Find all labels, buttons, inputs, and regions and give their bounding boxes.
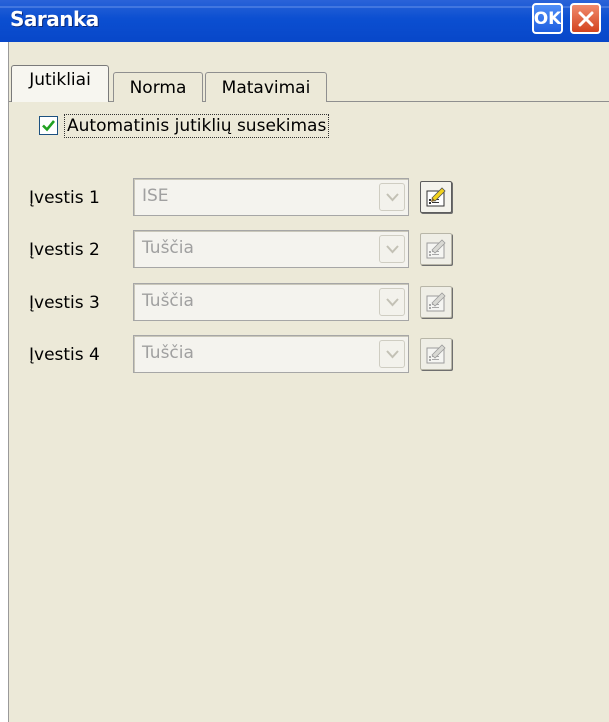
chevron-down-icon bbox=[386, 245, 399, 254]
input-2-label: Įvestis 2 bbox=[29, 240, 100, 260]
title-bar: Saranka OK bbox=[0, 0, 609, 43]
input-1-label: Įvestis 1 bbox=[29, 188, 100, 208]
edit-sensor-icon bbox=[426, 292, 446, 312]
tab-jutikliai[interactable]: Jutikliai bbox=[11, 65, 109, 102]
input-3-dropdown-button[interactable] bbox=[379, 288, 405, 316]
tab-norma[interactable]: Norma bbox=[113, 72, 203, 102]
edit-sensor-icon bbox=[426, 239, 446, 259]
dialog-body: Jutikliai Norma Matavimai Automatinis ju… bbox=[8, 42, 609, 722]
tab-label: Matavimai bbox=[221, 78, 311, 98]
ok-button[interactable]: OK bbox=[532, 3, 563, 34]
tab-label: Jutikliai bbox=[29, 70, 91, 90]
window-left-frame bbox=[0, 42, 8, 722]
input-3-select[interactable]: Tuščia bbox=[133, 283, 409, 321]
edit-sensor-icon bbox=[426, 344, 446, 364]
input-2-dropdown-button[interactable] bbox=[379, 235, 405, 263]
input-3-edit-button[interactable] bbox=[420, 286, 452, 318]
chevron-down-icon bbox=[386, 350, 399, 359]
input-2-select[interactable]: Tuščia bbox=[133, 230, 409, 268]
edit-sensor-icon bbox=[426, 187, 446, 207]
input-1-select[interactable]: ISE bbox=[133, 178, 409, 216]
input-4-dropdown-button[interactable] bbox=[379, 340, 405, 368]
auto-detect-checkbox[interactable] bbox=[39, 116, 58, 135]
chevron-down-icon bbox=[386, 193, 399, 202]
auto-detect-label[interactable]: Automatinis jutiklių susekimas bbox=[64, 114, 330, 138]
window-title: Saranka bbox=[10, 7, 99, 31]
chevron-down-icon bbox=[386, 298, 399, 307]
tab-matavimai[interactable]: Matavimai bbox=[205, 72, 327, 102]
tab-label: Norma bbox=[129, 78, 187, 98]
close-button[interactable] bbox=[570, 3, 601, 34]
input-3-value: Tuščia bbox=[142, 291, 194, 311]
input-3-label: Įvestis 3 bbox=[29, 293, 100, 313]
input-1-dropdown-button[interactable] bbox=[379, 183, 405, 211]
input-1-value: ISE bbox=[142, 186, 169, 206]
input-1-edit-button[interactable] bbox=[420, 181, 452, 213]
input-4-label: Įvestis 4 bbox=[29, 345, 100, 365]
input-4-value: Tuščia bbox=[142, 343, 194, 363]
input-4-select[interactable]: Tuščia bbox=[133, 335, 409, 373]
close-icon bbox=[578, 11, 593, 26]
input-2-value: Tuščia bbox=[142, 238, 194, 258]
input-4-edit-button[interactable] bbox=[420, 338, 452, 370]
checkmark-icon bbox=[42, 120, 56, 132]
input-2-edit-button[interactable] bbox=[420, 233, 452, 265]
ok-button-label: OK bbox=[533, 8, 562, 29]
